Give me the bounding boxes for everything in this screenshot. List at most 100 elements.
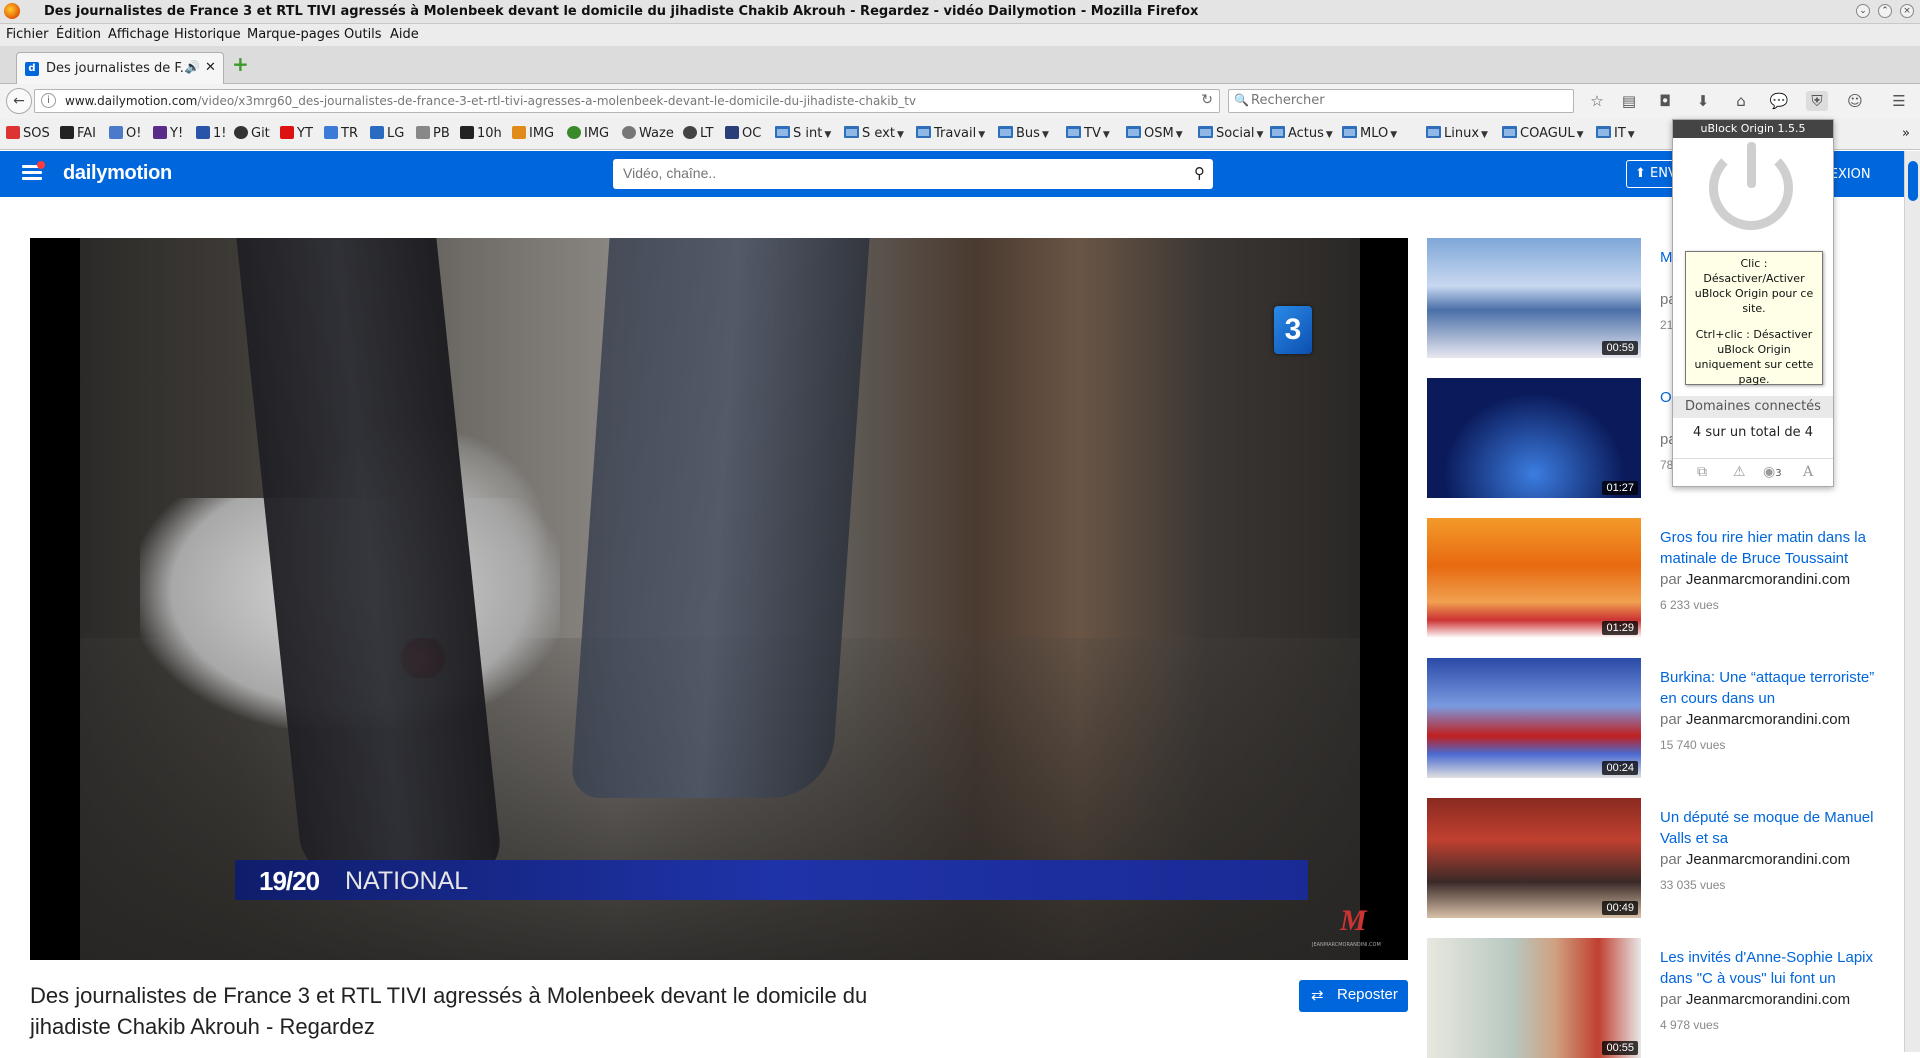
bookmark-item[interactable]: IMG (512, 126, 554, 141)
downloads-icon[interactable]: ⬇ (1692, 91, 1714, 111)
bookmark-folder[interactable]: TV ▼ (1066, 126, 1110, 141)
bookmark-folder[interactable]: Actus ▼ (1270, 126, 1333, 141)
video-thumbnail[interactable]: 00:55 (1427, 938, 1641, 1058)
search-icon[interactable]: ⚲ (1194, 164, 1205, 182)
bookmark-folder[interactable]: COAGUL ▼ (1502, 126, 1584, 141)
bookmark-label: IMG (584, 126, 610, 141)
menu-marque-pages[interactable]: Marque-pages (247, 27, 340, 42)
window-titlebar: Des journalistes de France 3 et RTL TIVI… (0, 0, 1920, 24)
eye-slash-icon[interactable]: ◉3 (1763, 464, 1782, 480)
channel-link[interactable]: Jeanmarcmorandini.com (1686, 711, 1850, 728)
bookmark-item[interactable]: IMG (567, 126, 609, 141)
related-video-title[interactable]: Les invités d'Anne-Sophie Lapix dans "C … (1660, 947, 1890, 989)
waze-icon (622, 126, 636, 139)
bookmark-folder[interactable]: IT ▼ (1596, 126, 1635, 141)
emoji-addon-icon[interactable]: ☺ (1844, 91, 1866, 111)
bookmark-folder[interactable]: Bus ▼ (998, 126, 1049, 141)
bookmark-item[interactable]: 1! (196, 126, 226, 141)
back-button[interactable]: ← (6, 88, 32, 114)
browser-search-box[interactable]: 🔍 (1228, 89, 1574, 113)
page-scrollbar[interactable] (1904, 151, 1920, 1052)
video-thumbnail[interactable]: 00:49 (1427, 798, 1641, 918)
channel-link[interactable]: Jeanmarcmorandini.com (1686, 991, 1850, 1008)
site-info-icon[interactable]: i (41, 93, 56, 108)
bookmark-star-icon[interactable]: ☆ (1586, 91, 1608, 111)
menu-affichage[interactable]: Affichage (108, 27, 169, 42)
speaker-icon[interactable]: 🔊 (185, 60, 200, 74)
related-video-item[interactable]: 01:29 Gros fou rire hier matin dans la ma… (1427, 518, 1897, 638)
bookmark-item[interactable]: 10h (460, 126, 502, 141)
bookmarks-menu-icon[interactable]: ▤ (1618, 91, 1640, 111)
bookmark-folder[interactable]: S ext ▼ (844, 126, 904, 141)
video-thumbnail[interactable]: 01:27 (1427, 378, 1641, 498)
report-warning-icon[interactable]: ⚠ (1733, 464, 1746, 480)
bookmark-folder[interactable]: S int ▼ (775, 126, 831, 141)
site-search-input[interactable] (623, 165, 1173, 181)
window-title: Des journalistes de France 3 et RTL TIVI… (44, 4, 1199, 19)
menu-historique[interactable]: Historique (174, 27, 241, 42)
firefox-icon (4, 3, 20, 19)
new-tab-button[interactable]: + (232, 54, 249, 74)
bookmarks-overflow-icon[interactable]: » (1902, 126, 1910, 141)
bookmark-item[interactable]: SOS (6, 126, 50, 141)
maximize-button[interactable]: ⌃ (1878, 4, 1892, 18)
video-thumbnail[interactable]: 00:59 (1427, 238, 1641, 358)
video-player[interactable]: 3 19/20 NATIONAL M JEANMARCMORANDINI.COM (30, 238, 1408, 960)
repost-button[interactable]: ⇄ Reposter (1299, 980, 1408, 1012)
bookmark-item[interactable]: PB (416, 126, 450, 141)
video-thumbnail[interactable]: 00:24 (1427, 658, 1641, 778)
bookmark-folder[interactable]: MLO ▼ (1342, 126, 1397, 141)
related-video-item[interactable]: 00:24 Burkina: Une “attaque terroriste” e… (1427, 658, 1897, 778)
browser-search-input[interactable] (1251, 93, 1561, 108)
bookmark-item[interactable]: O! (109, 126, 141, 141)
hamburger-menu-icon[interactable]: ☰ (1888, 91, 1910, 111)
url-bar[interactable]: i www.dailymotion.com/video/x3mrg60_des-… (34, 89, 1220, 113)
bookmark-item[interactable]: Waze (622, 126, 674, 141)
bookmark-item[interactable]: Y! (153, 126, 183, 141)
video-thumbnail[interactable]: 01:29 (1427, 518, 1641, 638)
bookmark-item[interactable]: LT (683, 126, 713, 141)
menu-outils[interactable]: Outils (344, 27, 382, 42)
channel-link[interactable]: Jeanmarcmorandini.com (1686, 851, 1850, 868)
upload-arrow-icon: ⬆ (1635, 166, 1651, 181)
bookmark-folder[interactable]: OSM ▼ (1126, 126, 1183, 141)
channel-link[interactable]: Jeanmarcmorandini.com (1686, 571, 1850, 588)
home-icon[interactable]: ⌂ (1730, 91, 1752, 111)
tab-active[interactable]: d Des journalistes de F... 🔊 ✕ (16, 52, 224, 84)
bookmark-folder[interactable]: Travail ▼ (916, 126, 985, 141)
related-video-item[interactable]: 00:49 Un député se moque de Manuel Valls … (1427, 798, 1897, 918)
scrollbar-thumb[interactable] (1908, 161, 1918, 201)
site-search-box[interactable]: ⚲ (613, 159, 1213, 189)
related-video-title[interactable]: Un député se moque de Manuel Valls et sa (1660, 807, 1890, 849)
related-video-title[interactable]: Gros fou rire hier matin dans la matinal… (1660, 527, 1890, 569)
close-tab-icon[interactable]: ✕ (205, 60, 216, 75)
minimize-button[interactable]: ⌄ (1856, 4, 1870, 18)
search-engine-icon[interactable]: 🔍 (1234, 93, 1249, 107)
bookmark-favicon-icon (324, 126, 338, 139)
font-icon[interactable]: A (1803, 464, 1813, 480)
bookmark-item[interactable]: LG (370, 126, 404, 141)
bookmark-favicon-icon (6, 126, 20, 139)
chevron-down-icon: ▼ (1325, 130, 1333, 140)
close-window-button[interactable]: × (1900, 4, 1914, 18)
menu-fichier[interactable]: Fichier (6, 27, 49, 42)
menu-aide[interactable]: Aide (390, 27, 419, 42)
bookmark-item[interactable]: OC (725, 126, 761, 141)
ublock-shield-icon[interactable]: ⛨ (1806, 91, 1828, 111)
bookmark-item[interactable]: Git (234, 126, 270, 141)
bookmark-item[interactable]: TR (324, 126, 358, 141)
dailymotion-logo[interactable]: dailymotion (63, 162, 172, 185)
eye-slash-badge: 3 (1775, 468, 1782, 479)
related-video-title[interactable]: Burkina: Une “attaque terroriste” en cou… (1660, 667, 1890, 709)
folder-label: Actus (1288, 126, 1324, 141)
bookmark-folder[interactable]: Social ▼ (1198, 126, 1263, 141)
related-video-item[interactable]: 00:55 Les invités d'Anne-Sophie Lapix dan… (1427, 938, 1897, 1058)
bookmark-item[interactable]: FAI (60, 126, 96, 141)
menu-edition[interactable]: Édition (56, 27, 101, 42)
reload-icon[interactable]: ↻ (1201, 92, 1213, 108)
hello-chat-icon[interactable]: 💬 (1768, 91, 1790, 111)
pocket-icon[interactable]: ◘ (1654, 91, 1676, 111)
bookmark-item[interactable]: YT (280, 126, 313, 141)
bookmark-folder[interactable]: Linux ▼ (1426, 126, 1488, 141)
element-zapper-icon[interactable]: ⧉ (1697, 464, 1707, 480)
